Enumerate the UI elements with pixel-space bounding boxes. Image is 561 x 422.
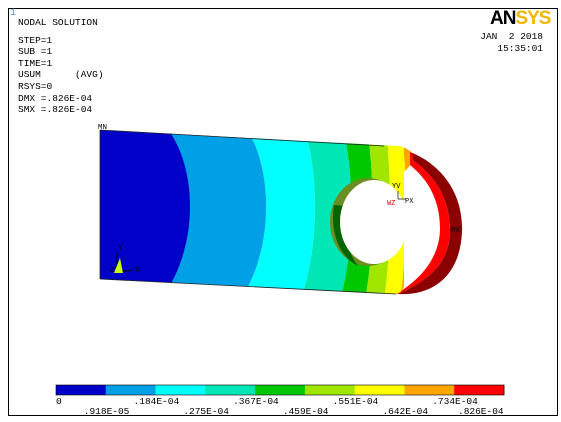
contour-legend bbox=[55, 384, 505, 396]
legend-swatch-5 bbox=[304, 385, 356, 395]
legend-swatch-2 bbox=[155, 385, 206, 395]
legend-bottom-label: .459E-04 bbox=[282, 406, 329, 417]
legend-bottom-label: .918E-05 bbox=[83, 406, 130, 417]
wp-y-label: YV bbox=[392, 183, 401, 191]
legend-bottom-label: .642E-04 bbox=[382, 406, 429, 417]
legend-top-label: 0 bbox=[56, 396, 62, 407]
legend-bottom-label: .275E-04 bbox=[183, 406, 229, 417]
legend-swatch-0 bbox=[56, 385, 107, 395]
triad-x-label: X bbox=[135, 266, 140, 275]
fe-model-plot[interactable]: Y Z X YV WZ PX MN MX bbox=[0, 0, 561, 422]
legend-swatch-3 bbox=[205, 385, 256, 395]
legend-bottom-label: .826E-04 bbox=[458, 406, 504, 417]
legend-swatch-8 bbox=[454, 385, 505, 395]
max-label: MX bbox=[451, 227, 461, 235]
legend-top-label: .367E-04 bbox=[233, 396, 279, 407]
legend-top-label: .551E-04 bbox=[332, 396, 379, 407]
legend-swatch-4 bbox=[255, 385, 306, 395]
triad-y-label: Y bbox=[118, 244, 123, 253]
legend-swatch-1 bbox=[105, 385, 157, 395]
triad-z-label: Z bbox=[110, 266, 115, 275]
legend-swatch-7 bbox=[404, 385, 455, 395]
legend-top-label: .184E-04 bbox=[133, 396, 180, 407]
legend-swatch-6 bbox=[354, 385, 405, 395]
wp-z-label: WZ bbox=[387, 200, 395, 208]
wp-x-label: PX bbox=[405, 198, 414, 206]
min-label: MN bbox=[98, 124, 107, 132]
